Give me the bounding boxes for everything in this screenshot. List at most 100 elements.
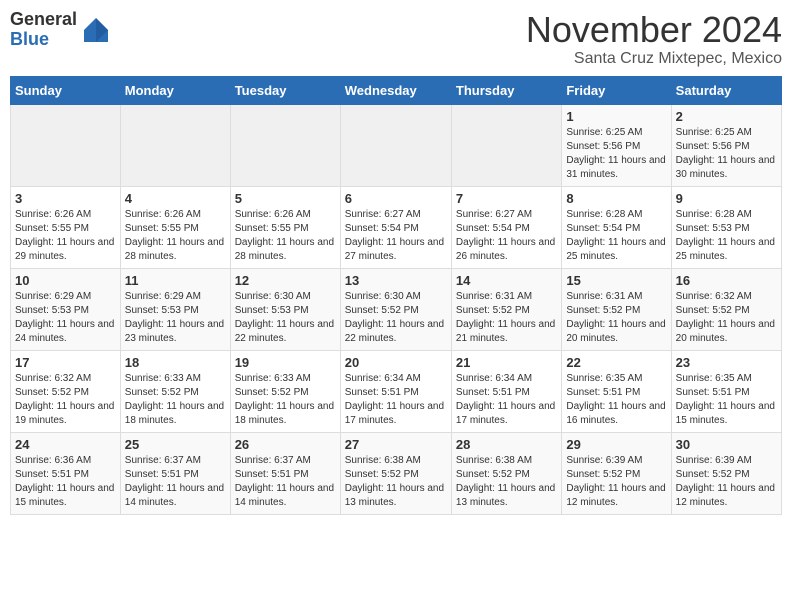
logo-area: General Blue	[10, 10, 111, 50]
calendar-cell: 13 Sunrise: 6:30 AM Sunset: 5:52 PM Dayli…	[340, 268, 451, 350]
calendar-cell	[340, 104, 451, 186]
calendar-cell: 9 Sunrise: 6:28 AM Sunset: 5:53 PM Daylig…	[671, 186, 781, 268]
header-row: SundayMondayTuesdayWednesdayThursdayFrid…	[11, 76, 782, 104]
day-info: Sunrise: 6:28 AM Sunset: 5:53 PM Dayligh…	[676, 208, 777, 264]
page: General Blue November 2024 Santa Cruz Mi…	[0, 0, 792, 525]
day-info: Sunrise: 6:25 AM Sunset: 5:56 PM Dayligh…	[566, 126, 666, 182]
calendar-cell: 20Sunrise: 6:34 AM Sunset: 5:51 PM Dayli…	[340, 350, 451, 432]
day-info: Sunrise: 6:36 AM Sunset: 5:51 PM Dayligh…	[15, 454, 116, 510]
day-number: 24	[15, 437, 116, 452]
weekday-header: Saturday	[671, 76, 781, 104]
calendar-cell: 26Sunrise: 6:37 AM Sunset: 5:51 PM Dayli…	[230, 432, 340, 514]
day-info: Sunrise: 6:32 AM Sunset: 5:52 PM Dayligh…	[676, 290, 777, 346]
calendar-week-row: 10Sunrise: 6:29 AM Sunset: 5:53 PM Dayli…	[11, 268, 782, 350]
day-info: Sunrise: 6:28 AM Sunset: 5:54 PM Dayligh…	[566, 208, 666, 264]
calendar-cell: 2 Sunrise: 6:25 AM Sunset: 5:56 PM Daylig…	[671, 104, 781, 186]
day-number: 4	[125, 191, 226, 206]
calendar-cell	[11, 104, 121, 186]
location-title: Santa Cruz Mixtepec, Mexico	[526, 50, 782, 68]
calendar-cell: 18 Sunrise: 6:33 AM Sunset: 5:52 PM Dayli…	[120, 350, 230, 432]
calendar-week-row: 3 Sunrise: 6:26 AM Sunset: 5:55 PM Daylig…	[11, 186, 782, 268]
day-info: Sunrise: 6:26 AM Sunset: 5:55 PM Dayligh…	[15, 208, 116, 264]
logo-icon	[81, 15, 111, 45]
day-info: Sunrise: 6:37 AM Sunset: 5:51 PM Dayligh…	[235, 454, 336, 510]
day-info: Sunrise: 6:30 AM Sunset: 5:53 PM Dayligh…	[235, 290, 336, 346]
day-info: Sunrise: 6:38 AM Sunset: 5:52 PM Dayligh…	[456, 454, 557, 510]
day-info: Sunrise: 6:30 AM Sunset: 5:52 PM Dayligh…	[345, 290, 447, 346]
day-info: Sunrise: 6:31 AM Sunset: 5:52 PM Dayligh…	[456, 290, 557, 346]
calendar-cell: 4 Sunrise: 6:26 AM Sunset: 5:55 PM Daylig…	[120, 186, 230, 268]
calendar-cell: 24 Sunrise: 6:36 AM Sunset: 5:51 PM Dayli…	[11, 432, 121, 514]
calendar-cell: 28 Sunrise: 6:38 AM Sunset: 5:52 PM Dayli…	[451, 432, 561, 514]
logo-general: General	[10, 10, 77, 30]
calendar-cell: 27 Sunrise: 6:38 AM Sunset: 5:52 PM Dayli…	[340, 432, 451, 514]
logo-text: General Blue	[10, 10, 77, 50]
calendar-cell: 17 Sunrise: 6:32 AM Sunset: 5:52 PM Dayli…	[11, 350, 121, 432]
day-number: 12	[235, 273, 336, 288]
day-number: 29	[566, 437, 666, 452]
day-info: Sunrise: 6:31 AM Sunset: 5:52 PM Dayligh…	[566, 290, 666, 346]
day-number: 5	[235, 191, 336, 206]
calendar-cell: 16Sunrise: 6:32 AM Sunset: 5:52 PM Dayli…	[671, 268, 781, 350]
calendar-cell: 6Sunrise: 6:27 AM Sunset: 5:54 PM Daylig…	[340, 186, 451, 268]
calendar-cell: 7 Sunrise: 6:27 AM Sunset: 5:54 PM Daylig…	[451, 186, 561, 268]
day-number: 8	[566, 191, 666, 206]
calendar-cell	[230, 104, 340, 186]
day-info: Sunrise: 6:32 AM Sunset: 5:52 PM Dayligh…	[15, 372, 116, 428]
day-info: Sunrise: 6:29 AM Sunset: 5:53 PM Dayligh…	[15, 290, 116, 346]
day-info: Sunrise: 6:27 AM Sunset: 5:54 PM Dayligh…	[456, 208, 557, 264]
day-number: 1	[566, 109, 666, 124]
calendar-cell: 10Sunrise: 6:29 AM Sunset: 5:53 PM Dayli…	[11, 268, 121, 350]
weekday-header: Friday	[562, 76, 671, 104]
day-info: Sunrise: 6:38 AM Sunset: 5:52 PM Dayligh…	[345, 454, 447, 510]
day-number: 21	[456, 355, 557, 370]
day-number: 9	[676, 191, 777, 206]
day-info: Sunrise: 6:34 AM Sunset: 5:51 PM Dayligh…	[456, 372, 557, 428]
day-number: 3	[15, 191, 116, 206]
day-info: Sunrise: 6:26 AM Sunset: 5:55 PM Dayligh…	[235, 208, 336, 264]
day-info: Sunrise: 6:39 AM Sunset: 5:52 PM Dayligh…	[676, 454, 777, 510]
calendar-cell: 23 Sunrise: 6:35 AM Sunset: 5:51 PM Dayli…	[671, 350, 781, 432]
calendar-week-row: 17 Sunrise: 6:32 AM Sunset: 5:52 PM Dayli…	[11, 350, 782, 432]
day-number: 11	[125, 273, 226, 288]
title-area: November 2024 Santa Cruz Mixtepec, Mexic…	[526, 10, 782, 68]
month-title: November 2024	[526, 10, 782, 50]
calendar-cell: 19 Sunrise: 6:33 AM Sunset: 5:52 PM Dayli…	[230, 350, 340, 432]
calendar-cell: 15Sunrise: 6:31 AM Sunset: 5:52 PM Dayli…	[562, 268, 671, 350]
day-info: Sunrise: 6:25 AM Sunset: 5:56 PM Dayligh…	[676, 126, 777, 182]
calendar-cell: 1 Sunrise: 6:25 AM Sunset: 5:56 PM Daylig…	[562, 104, 671, 186]
day-number: 19	[235, 355, 336, 370]
day-number: 18	[125, 355, 226, 370]
day-number: 30	[676, 437, 777, 452]
calendar-cell	[120, 104, 230, 186]
day-info: Sunrise: 6:33 AM Sunset: 5:52 PM Dayligh…	[235, 372, 336, 428]
weekday-header: Tuesday	[230, 76, 340, 104]
calendar-cell: 30 Sunrise: 6:39 AM Sunset: 5:52 PM Dayli…	[671, 432, 781, 514]
day-number: 28	[456, 437, 557, 452]
calendar-cell: 8 Sunrise: 6:28 AM Sunset: 5:54 PM Daylig…	[562, 186, 671, 268]
calendar-cell: 14 Sunrise: 6:31 AM Sunset: 5:52 PM Dayli…	[451, 268, 561, 350]
calendar-cell: 25Sunrise: 6:37 AM Sunset: 5:51 PM Dayli…	[120, 432, 230, 514]
calendar-cell: 29 Sunrise: 6:39 AM Sunset: 5:52 PM Dayli…	[562, 432, 671, 514]
day-number: 13	[345, 273, 447, 288]
day-number: 27	[345, 437, 447, 452]
calendar-table: SundayMondayTuesdayWednesdayThursdayFrid…	[10, 76, 782, 515]
day-number: 7	[456, 191, 557, 206]
day-number: 14	[456, 273, 557, 288]
logo-blue: Blue	[10, 30, 77, 50]
day-info: Sunrise: 6:33 AM Sunset: 5:52 PM Dayligh…	[125, 372, 226, 428]
day-number: 2	[676, 109, 777, 124]
day-number: 17	[15, 355, 116, 370]
calendar-cell	[451, 104, 561, 186]
day-info: Sunrise: 6:34 AM Sunset: 5:51 PM Dayligh…	[345, 372, 447, 428]
day-info: Sunrise: 6:39 AM Sunset: 5:52 PM Dayligh…	[566, 454, 666, 510]
day-info: Sunrise: 6:29 AM Sunset: 5:53 PM Dayligh…	[125, 290, 226, 346]
day-info: Sunrise: 6:35 AM Sunset: 5:51 PM Dayligh…	[676, 372, 777, 428]
day-info: Sunrise: 6:27 AM Sunset: 5:54 PM Dayligh…	[345, 208, 447, 264]
weekday-header: Monday	[120, 76, 230, 104]
weekday-header: Thursday	[451, 76, 561, 104]
day-number: 23	[676, 355, 777, 370]
day-info: Sunrise: 6:37 AM Sunset: 5:51 PM Dayligh…	[125, 454, 226, 510]
day-info: Sunrise: 6:26 AM Sunset: 5:55 PM Dayligh…	[125, 208, 226, 264]
weekday-header: Sunday	[11, 76, 121, 104]
